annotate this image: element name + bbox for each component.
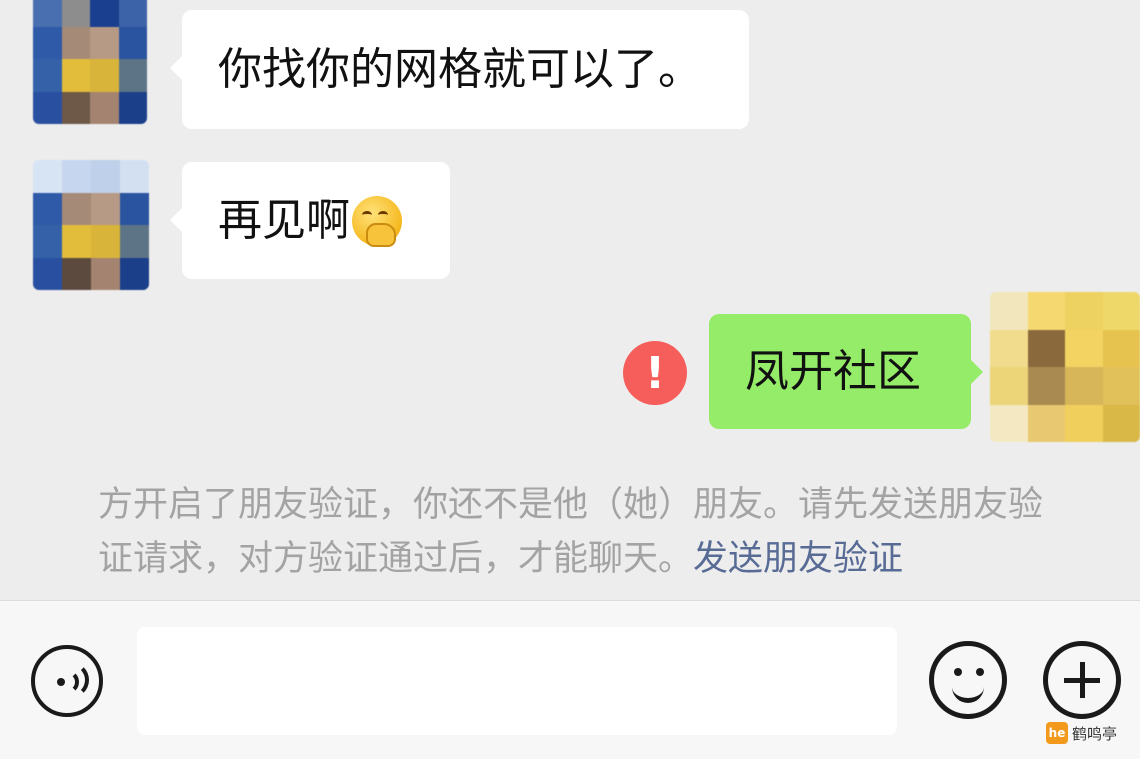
outgoing-message-bubble[interactable]: 凤开社区 (709, 314, 971, 429)
plus-icon[interactable] (1043, 641, 1121, 719)
chat-message-area[interactable]: 你找你的网格就可以了。 再见啊 ! 凤开社区 方开启了朋友验证，你还不是他（她）… (0, 0, 1140, 600)
my-avatar[interactable] (990, 292, 1140, 442)
incoming-message-bubble[interactable]: 你找你的网格就可以了。 (182, 10, 749, 129)
send-failed-icon[interactable]: ! (623, 341, 687, 405)
message-text: 凤开社区 (745, 345, 921, 397)
hand-over-mouth-face-emoji (352, 195, 402, 247)
friend-verification-notice: 方开启了朋友验证，你还不是他（她）朋友。请先发送朋友验证请求，对方验证通过后，才… (98, 478, 1058, 586)
message-input[interactable] (137, 627, 897, 735)
site-watermark: he 鹤鸣亭 (1046, 720, 1117, 746)
send-friend-request-link[interactable]: 发送朋友验证 (693, 539, 903, 579)
message-text: 你找你的网格就可以了。 (218, 43, 702, 95)
emoji-icon[interactable] (929, 641, 1007, 719)
send-failed-glyph: ! (644, 347, 666, 399)
watermark-logo-icon: he (1046, 722, 1068, 744)
incoming-message-bubble[interactable]: 再见啊 (182, 162, 450, 279)
watermark-text: 鹤鸣亭 (1072, 724, 1118, 743)
input-toolbar (0, 600, 1140, 759)
contact-avatar[interactable] (33, 160, 149, 290)
bubble-tail (170, 56, 182, 80)
bubble-tail (170, 208, 182, 232)
voice-icon[interactable] (31, 645, 103, 717)
message-text: 再见啊 (218, 194, 350, 246)
contact-avatar[interactable] (33, 0, 147, 124)
bubble-tail (971, 360, 983, 384)
